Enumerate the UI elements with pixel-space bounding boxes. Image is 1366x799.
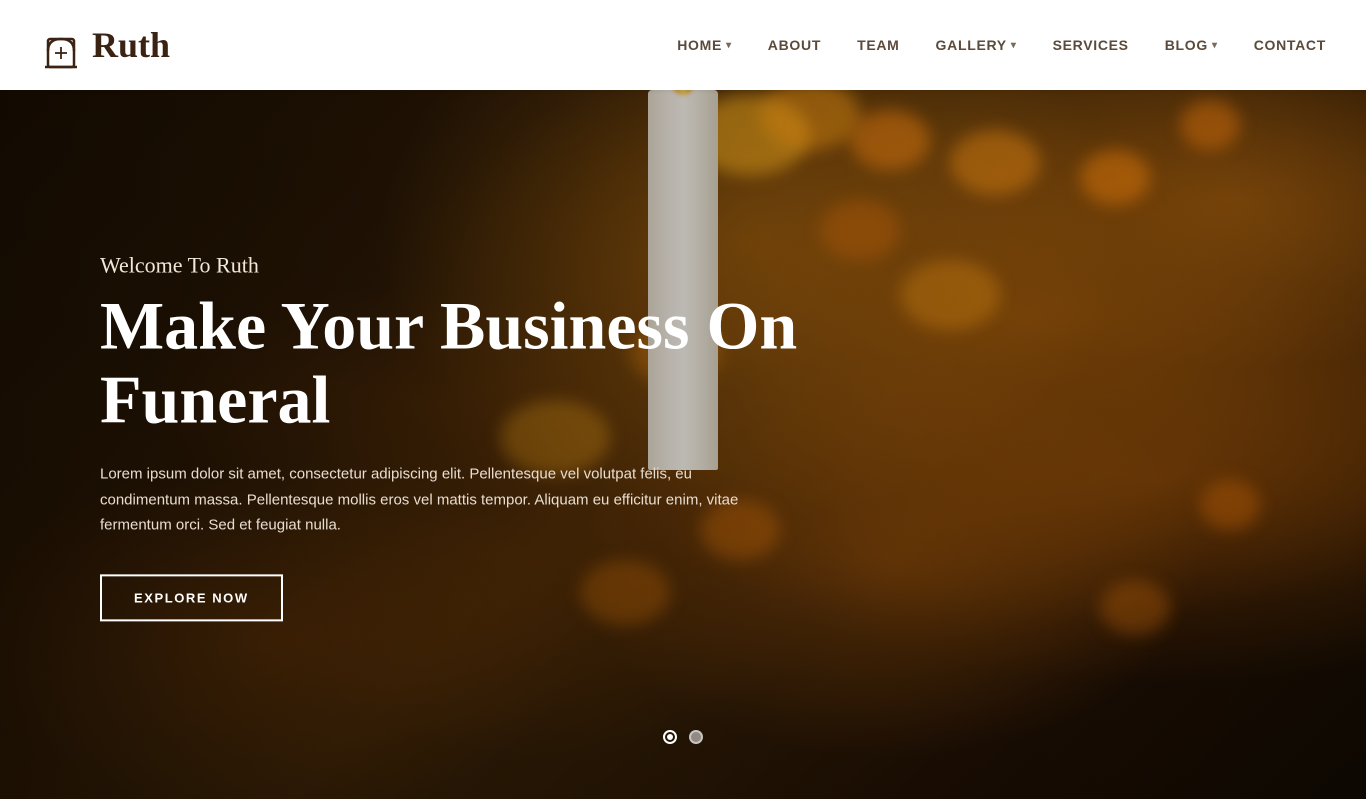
nav-home[interactable]: HOME ▾: [677, 37, 732, 53]
nav-about[interactable]: ABOUT: [768, 37, 821, 53]
hero-content: Welcome To Ruth Make Your Business On Fu…: [100, 252, 800, 621]
chevron-down-icon: ▾: [1212, 40, 1218, 51]
nav-team[interactable]: TEAM: [857, 37, 899, 53]
nav-gallery[interactable]: GALLERY ▾: [936, 37, 1017, 53]
hero-subtitle: Welcome To Ruth: [100, 252, 800, 278]
chevron-down-icon: ▾: [726, 40, 732, 51]
hero-description: Lorem ipsum dolor sit amet, consectetur …: [100, 461, 740, 538]
slide-dot-1[interactable]: [663, 730, 677, 744]
chevron-down-icon: ▾: [1011, 40, 1017, 51]
slide-dot-2[interactable]: [689, 730, 703, 744]
logo[interactable]: Ruth: [40, 19, 170, 71]
hero-title: Make Your Business On Funeral: [100, 288, 800, 438]
nav-blog[interactable]: BLOG ▾: [1165, 37, 1218, 53]
explore-now-button[interactable]: EXPLORE NOW: [100, 574, 283, 621]
nav-services[interactable]: SERVICES: [1053, 37, 1129, 53]
nav-contact[interactable]: CONTACT: [1254, 37, 1326, 53]
header: Ruth HOME ▾ ABOUT TEAM GALLERY ▾ SERVICE…: [0, 0, 1366, 90]
tombstone-icon: [40, 19, 82, 71]
hero-section: Welcome To Ruth Make Your Business On Fu…: [0, 0, 1366, 799]
logo-text: Ruth: [92, 24, 170, 66]
slider-dots: [663, 730, 703, 744]
main-nav: HOME ▾ ABOUT TEAM GALLERY ▾ SERVICES BLO…: [677, 37, 1326, 53]
